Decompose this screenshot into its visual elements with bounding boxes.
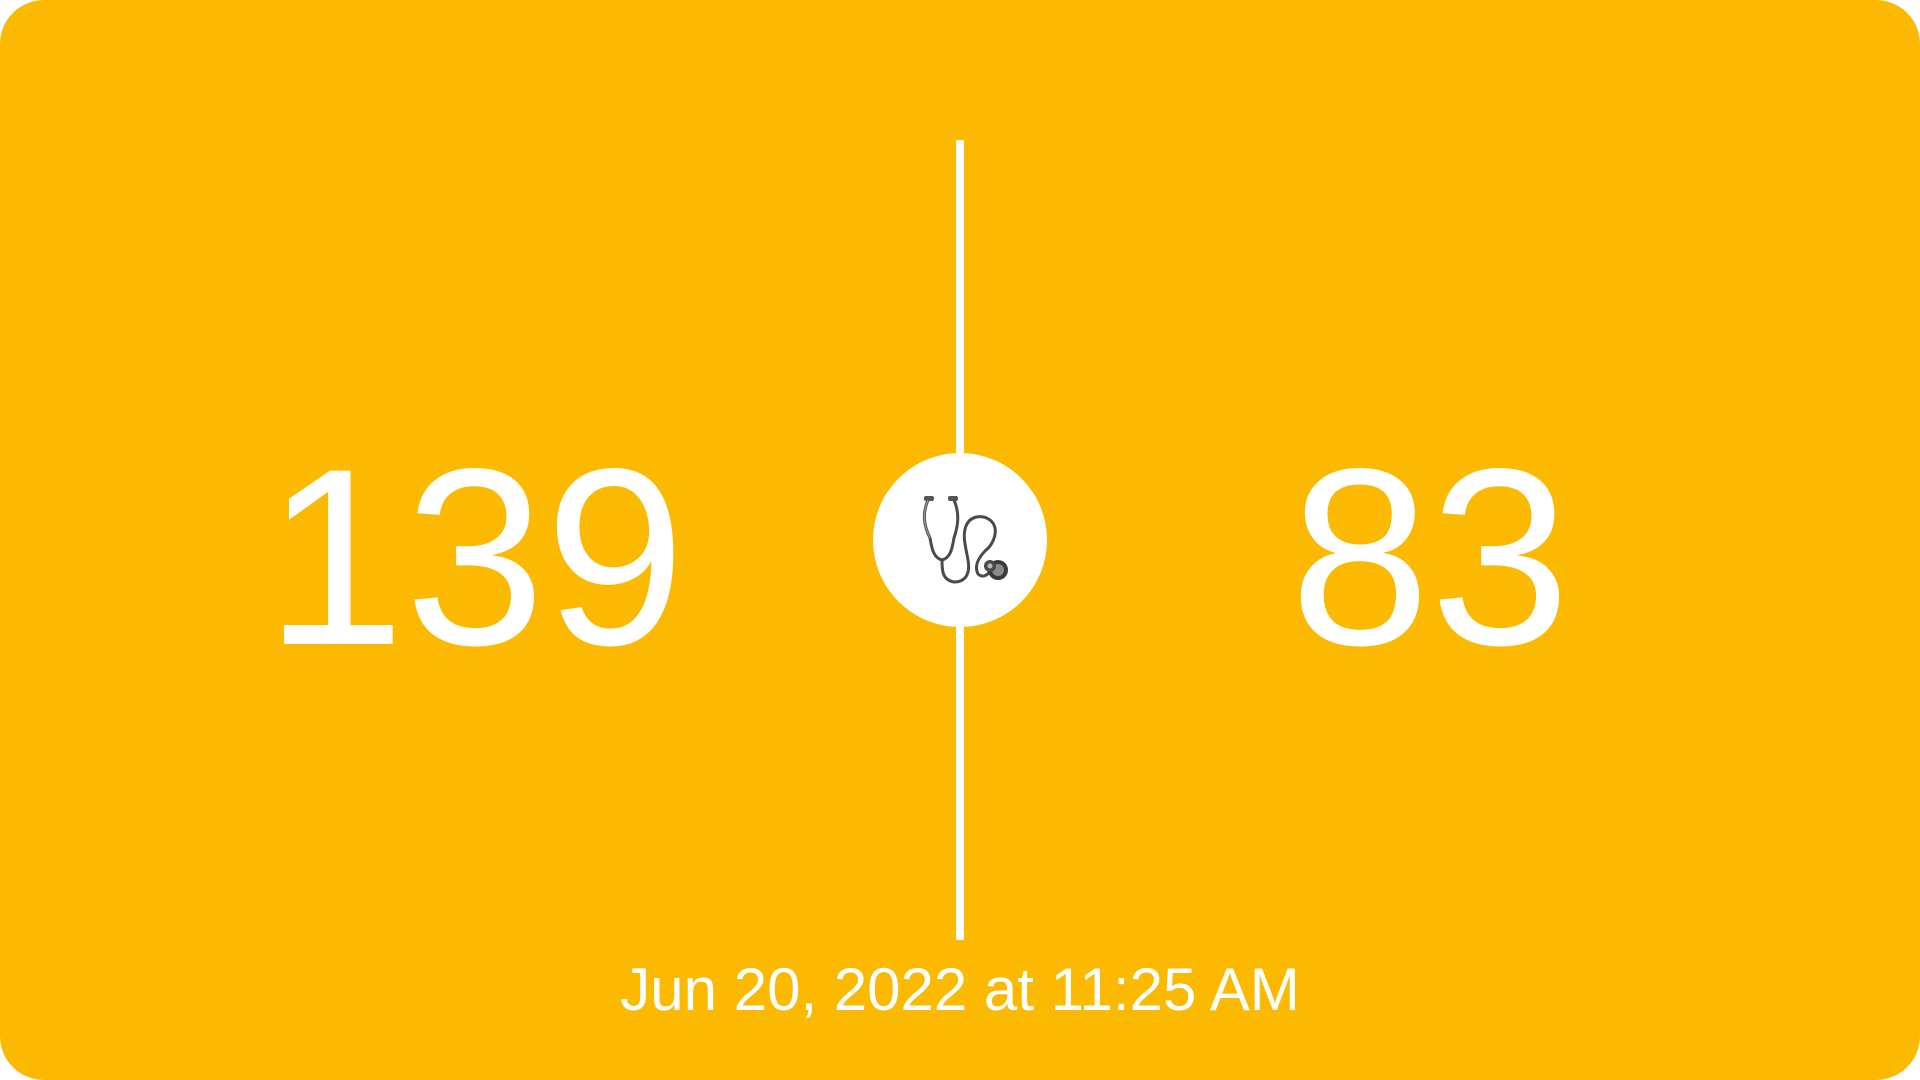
stethoscope-icon [922,496,1008,584]
systolic-value: 139 [264,417,686,698]
reading-timestamp: Jun 20, 2022 at 11:25 AM [620,956,1300,1023]
blood-pressure-card: 139 83 Jun 20, 2022 at 11:25 AM [0,0,1920,1080]
diastolic-value: 83 [1289,417,1571,698]
divider-line-top [956,140,964,465]
stethoscope-badge [873,453,1047,627]
divider-line-bottom [956,622,964,940]
